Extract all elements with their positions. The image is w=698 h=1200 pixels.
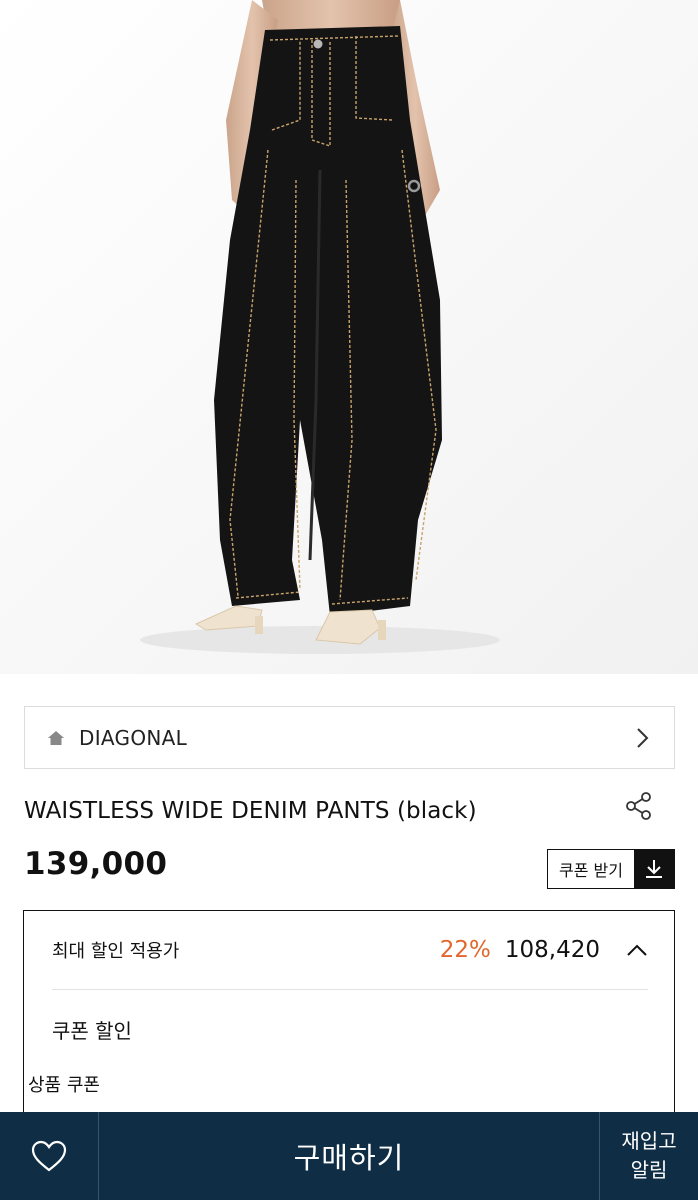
discounted-price: 108,420: [504, 937, 600, 963]
discount-panel: 최대 할인 적용가 22% 108,420 쿠폰 할인: [23, 910, 675, 1140]
product-photo: [0, 0, 698, 674]
max-discount-label: 최대 할인 적용가: [52, 941, 180, 962]
coupon-button-label: 쿠폰 받기: [559, 861, 623, 880]
buy-button[interactable]: 구매하기: [99, 1112, 599, 1200]
restock-label-line2: 알림: [630, 1158, 668, 1182]
wishlist-button[interactable]: [0, 1112, 99, 1200]
discount-rate: 22%: [439, 937, 491, 963]
product-photo-illustration: [0, 0, 698, 674]
product-title: WAISTLESS WIDE DENIM PANTS (black): [24, 798, 477, 824]
download-icon: [634, 850, 674, 888]
product-coupon-label: 상품 쿠폰: [28, 1075, 100, 1096]
chevron-up-icon: [626, 939, 648, 961]
heart-icon: [31, 1140, 67, 1172]
product-price: 139,000: [24, 846, 168, 882]
restock-label-line1: 재입고: [621, 1129, 677, 1153]
coupon-download-button[interactable]: 쿠폰 받기: [547, 849, 675, 889]
divider: [52, 989, 648, 990]
coupon-discount-title: 쿠폰 할인: [52, 1019, 132, 1043]
share-icon: [626, 792, 651, 820]
home-icon: [47, 728, 67, 748]
restock-alert-button[interactable]: 재입고 알림: [599, 1112, 698, 1200]
brand-link[interactable]: DIAGONAL: [24, 706, 675, 769]
share-button[interactable]: [622, 789, 656, 823]
bottom-action-bar: 구매하기 재입고 알림: [0, 1112, 698, 1200]
discount-toggle[interactable]: 최대 할인 적용가 22% 108,420: [24, 911, 674, 989]
brand-name: DIAGONAL: [79, 725, 188, 750]
chevron-right-icon: [632, 726, 652, 750]
